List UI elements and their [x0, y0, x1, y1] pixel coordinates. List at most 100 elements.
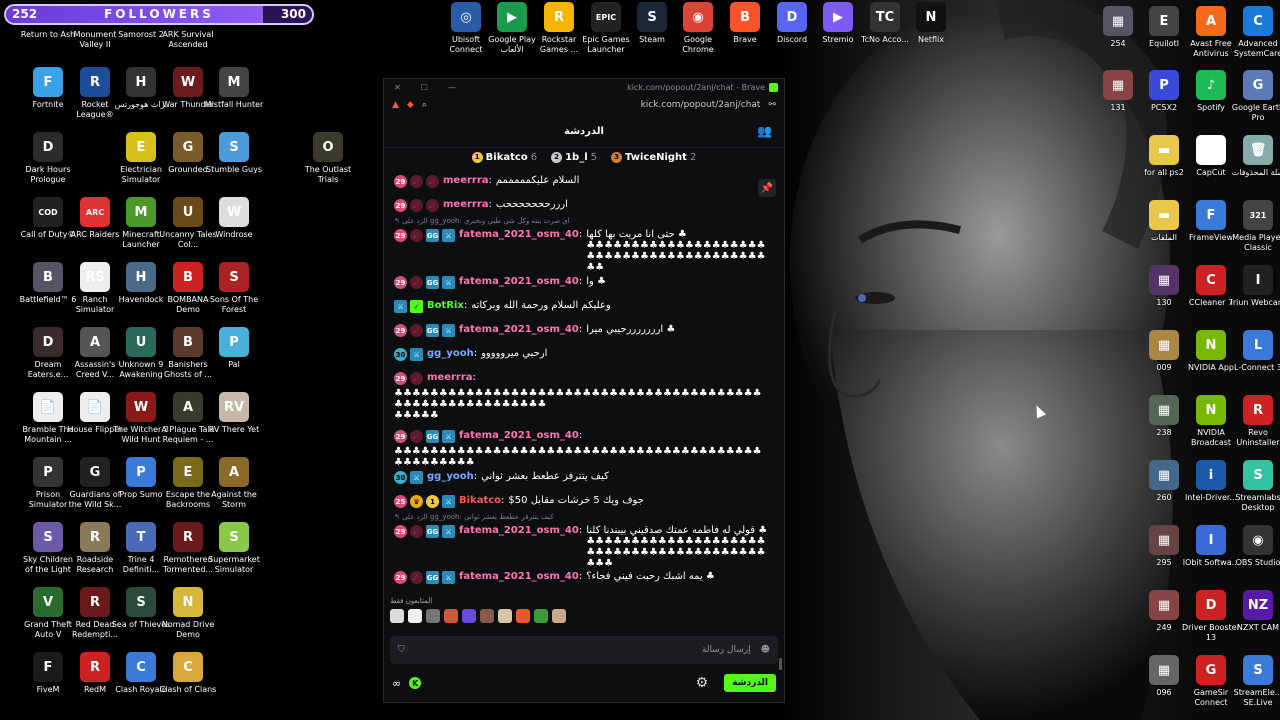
chat-username[interactable]: fatema_2021_osm_40: [459, 430, 579, 441]
desktop-icon[interactable]: L L-Connect 3: [1228, 330, 1280, 373]
desktop-icon[interactable]: S Streamlabs Desktop: [1228, 460, 1280, 513]
emote[interactable]: [390, 609, 404, 623]
chat-username[interactable]: fatema_2021_osm_40: [459, 229, 579, 240]
app-icon: A: [219, 457, 249, 487]
message-text: $جوف ويك 5 خرشات مقابل 50: [508, 495, 644, 506]
desktop-icon[interactable]: RV RV There Yet: [204, 392, 264, 435]
chat-message[interactable]: 30 ⚔ gg_yooh: ارحبي ميرووووو: [394, 348, 770, 361]
app-icon: ▦: [1149, 525, 1179, 555]
url-field[interactable]: kick.com/popout/2anj/chat: [641, 100, 761, 110]
desktop-icon[interactable]: N Netflix: [901, 2, 961, 45]
chat-scrollbar[interactable]: [779, 175, 782, 670]
desktop-icon[interactable]: W Windrose: [204, 197, 264, 240]
desktop-icon-label: Dark Hours Prologue: [25, 165, 71, 184]
reply-preview[interactable]: ↰ الرد على gg_yooh: كيف يتترفز عطعط بعشر…: [394, 513, 770, 521]
emote[interactable]: [426, 609, 440, 623]
leaderboard-entry[interactable]: 3 TwiceNight 2: [611, 151, 696, 163]
chat-input[interactable]: ⛉ إرسال رسالة ☻: [390, 636, 778, 664]
chat-message[interactable]: 29 ☄ GG ⚔ fatema_2021_osm_40: يمه اشبك رحبت ف…: [394, 571, 770, 584]
maximize-icon[interactable]: ☐: [421, 83, 428, 92]
emote[interactable]: [408, 609, 422, 623]
desktop-icon[interactable]: NZ NZXT CAM: [1228, 590, 1280, 633]
desktop-icon[interactable]: O The Outlast Trials: [298, 132, 358, 185]
chat-message[interactable]: 29 ☄ meerrra:: [394, 372, 770, 385]
chat-message[interactable]: 29 ☄ GG ⚔ fatema_2021_osm_40:: [394, 430, 770, 443]
chat-username[interactable]: fatema_2021_osm_40: [459, 324, 579, 335]
desktop-icon[interactable]: 🗑 سلة المحذوفات: [1228, 135, 1280, 178]
chat-username[interactable]: gg_yooh: [427, 471, 474, 482]
chat-message[interactable]: 29 ☄ ☄ meerrra: ارررحححححححب: [394, 199, 770, 212]
close-icon[interactable]: ✕: [394, 83, 401, 92]
brave-rewards-icon[interactable]: ▲: [392, 100, 399, 110]
emote[interactable]: [480, 609, 494, 623]
desktop-icon[interactable]: G Google Earth Pro: [1228, 70, 1280, 123]
emote[interactable]: [534, 609, 548, 623]
emote[interactable]: [498, 609, 512, 623]
emoji-icon[interactable]: ☻: [761, 645, 770, 655]
desktop-icon[interactable]: R Revo Uninstaller: [1228, 395, 1280, 448]
desktop-icon[interactable]: C Clash of Clans: [158, 652, 218, 695]
search-icon[interactable]: ⌕: [422, 100, 427, 110]
chat-message[interactable]: 29 ☄ GG ⚔ fatema_2021_osm_40: ارررررررحيبي مي…: [394, 324, 770, 337]
chat-message[interactable]: ♣♣♣♣♣♣♣♣♣♣♣♣♣♣♣♣♣♣♣♣♣♣♣♣♣♣♣♣♣♣♣♣♣♣♣♣♣♣♣♣…: [394, 446, 770, 468]
desktop-icon-label: L-Connect 3: [1234, 363, 1280, 372]
emote[interactable]: [516, 609, 530, 623]
emote[interactable]: [552, 609, 566, 623]
chat-username[interactable]: fatema_2021_osm_40: [459, 571, 579, 582]
user-badges: 25 ♛ 1 ⚔: [394, 495, 455, 508]
leaderboard-entry[interactable]: 2 1b_l 5: [551, 151, 597, 163]
app-icon: S: [1243, 460, 1273, 490]
chat-username[interactable]: meerrra: [443, 199, 489, 210]
desktop-icon[interactable]: S Sons Of The Forest: [204, 262, 264, 315]
chat-message[interactable]: ⚔ ✓ BotRix: وعليكم السلام ورحمة الله وبركات…: [394, 300, 770, 313]
desktop-icon[interactable]: P Pal: [204, 327, 264, 370]
chat-message[interactable]: ♣♣♣♣♣♣♣♣♣♣♣♣♣♣♣♣♣♣♣♣♣♣♣♣♣♣♣♣♣♣♣♣♣♣♣♣♣♣♣♣…: [394, 388, 770, 421]
desktop-icon[interactable]: A Against the Storm: [204, 457, 264, 510]
desktop-icon[interactable]: AARK Survival Ascended: [158, 30, 218, 50]
brave-shield-icon[interactable]: ◆: [407, 100, 414, 110]
app-icon: M: [126, 197, 156, 227]
badge-icon: ☄: [410, 276, 423, 289]
users-icon[interactable]: 👥: [757, 124, 772, 138]
desktop-icon[interactable]: S Supermarket Simulator: [204, 522, 264, 575]
app-icon: S: [33, 522, 63, 552]
chat-username[interactable]: meerrra: [443, 175, 489, 186]
send-button[interactable]: الدردشة: [724, 674, 776, 692]
desktop-icon[interactable]: ◉ OBS Studio: [1228, 525, 1280, 568]
chat-username[interactable]: BotRix: [427, 300, 464, 311]
app-icon: B: [173, 327, 203, 357]
reply-preview[interactable]: ↰ الرد على gg_yooh: اي صرت بنته وكل شي ط…: [394, 217, 770, 225]
badge-icon: 1: [426, 495, 439, 508]
chat-username[interactable]: meerrra: [427, 372, 473, 383]
desktop-icon[interactable]: C Advanced SystemCare: [1228, 6, 1280, 59]
desktop-icon[interactable]: I Iriun Webcam: [1228, 265, 1280, 308]
chat-message[interactable]: 30 ⚔ gg_yooh: كيف يتترفز عطعط بعشر ثواني: [394, 471, 770, 484]
chat-message[interactable]: 29 ☄ GG ⚔ fatema_2021_osm_40: وا ♣: [394, 276, 770, 289]
chat-message[interactable]: 29 ☄ GG ⚔ fatema_2021_osm_40: قولي له فاطمه ع…: [394, 525, 770, 569]
app-icon: C: [126, 652, 156, 682]
app-icon: R: [173, 522, 203, 552]
shield-icon[interactable]: ⛉: [398, 645, 405, 655]
desktop-icon[interactable]: M Mistfall Hunter: [204, 67, 264, 110]
gear-icon[interactable]: ⚙: [696, 675, 709, 691]
desktop-icon[interactable]: S StreamEle... SE.Live: [1228, 655, 1280, 708]
leaderboard-entry[interactable]: 1 Bikatco 6: [471, 151, 537, 163]
desktop-icon[interactable]: N Nomad Drive Demo: [158, 587, 218, 640]
kick-icon[interactable]: K: [409, 677, 422, 689]
chat-message[interactable]: 29 ☄ ☄ meerrra: السلام عليكمممممم: [394, 175, 770, 188]
chat-username[interactable]: Bikatco: [459, 495, 501, 506]
emote[interactable]: [444, 609, 458, 623]
chat-username[interactable]: gg_yooh: [427, 348, 474, 359]
chat-username[interactable]: fatema_2021_osm_40: [459, 276, 579, 287]
chat-username[interactable]: fatema_2021_osm_40: [459, 525, 579, 536]
kick-points-icon[interactable]: ∞: [392, 677, 401, 690]
emote[interactable]: [462, 609, 476, 623]
chat-message[interactable]: 25 ♛ 1 ⚔ Bikatco: $جوف ويك 5 خرشات مقابل 50: [394, 495, 770, 508]
chat-message[interactable]: 29 ☄ GG ⚔ fatema_2021_osm_40: حتى انا مريت به…: [394, 229, 770, 273]
desktop-icon[interactable]: S Stumble Guys: [204, 132, 264, 175]
share-icon[interactable]: ⚯: [768, 100, 776, 110]
minimize-icon[interactable]: —: [448, 83, 456, 92]
desktop-icon[interactable]: D Dark Hours Prologue: [18, 132, 78, 185]
desktop-icon[interactable]: 321 Media Player Classic: [1228, 200, 1280, 253]
app-icon: A: [1196, 6, 1226, 36]
